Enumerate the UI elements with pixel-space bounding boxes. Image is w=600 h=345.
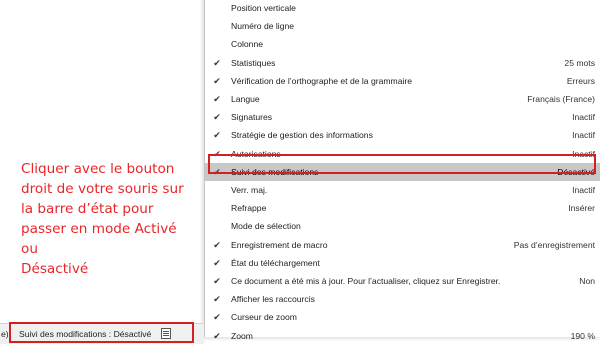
menu-item-label: Colonne: [231, 39, 264, 50]
menu-item[interactable]: ✔ Vérification de l’orthographe et de la …: [205, 72, 600, 90]
menu-item[interactable]: Colonne: [205, 35, 600, 53]
menu-item[interactable]: ✔ État du téléchargement: [205, 254, 600, 272]
menu-item[interactable]: ✔ Signatures Inactif: [205, 108, 600, 126]
annotation-line: passer en mode Activé ou: [21, 221, 177, 257]
checkmark-icon: ✔: [213, 112, 221, 123]
status-bar-edge-text: e): [1, 329, 9, 339]
annotation-line: Cliquer avec le bouton: [21, 161, 175, 177]
checkmark-icon: [211, 220, 223, 232]
menu-item-value: Inactif: [572, 112, 595, 123]
checkmark-icon: ✔: [213, 312, 221, 323]
annotation-line: Désactivé: [21, 261, 89, 277]
menu-item-value: Pas d’enregistrement: [513, 239, 595, 250]
checkmark-icon: ✔: [213, 294, 221, 305]
status-highlight-frame: [9, 322, 194, 343]
annotation-line: droit de votre souris sur: [21, 181, 184, 197]
checkmark-icon: ✔: [213, 239, 221, 250]
menu-item[interactable]: Mode de sélection: [205, 217, 600, 235]
menu-item-label: État du téléchargement: [231, 257, 320, 268]
checkmark-icon: [211, 202, 223, 214]
menu-item[interactable]: ✔ Langue Français (France): [205, 90, 600, 108]
menu-item[interactable]: ✔ Ce document a été mis à jour. Pour l’ac…: [205, 272, 600, 290]
menu-item-value: Insérer: [568, 203, 595, 214]
checkmark-icon: [211, 20, 223, 32]
menu-item-value: 25 mots: [564, 57, 595, 68]
annotation-line: la barre d’état pour: [21, 201, 154, 217]
menu-item-value: Erreurs: [566, 75, 595, 86]
menu-item[interactable]: ✔ Statistiques 25 mots: [205, 54, 600, 72]
menu-item[interactable]: Verr. maj. Inactif: [205, 181, 600, 199]
menu-item-label: Enregistrement de macro: [231, 239, 328, 250]
menu-item-label: Afficher les raccourcis: [231, 294, 315, 305]
menu-item-label: Stratégie de gestion des informations: [231, 130, 373, 141]
menu-item[interactable]: ✔ Enregistrement de macro Pas d’enregistre…: [205, 236, 600, 254]
menu-item-label: Statistiques: [231, 57, 276, 68]
menu-item-label: Position verticale: [231, 3, 296, 13]
checkmark-icon: ✔: [213, 75, 221, 86]
checkmark-icon: ✔: [213, 57, 221, 68]
menu-item[interactable]: ✔ Curseur de zoom: [205, 308, 600, 326]
menu-item-label: Refrappe: [231, 203, 267, 214]
menu-item-label: Numéro de ligne: [231, 21, 295, 32]
menu-item[interactable]: ✔ Afficher les raccourcis: [205, 290, 600, 308]
checkmark-icon: ✔: [213, 276, 221, 286]
menu-item[interactable]: Numéro de ligne: [205, 17, 600, 35]
checkmark-icon: ✔: [213, 257, 221, 268]
menu-item[interactable]: ✔ Zoom 190 %: [205, 327, 600, 345]
menu-item-label: Signatures: [231, 112, 273, 123]
menu-item-value: Non: [579, 276, 595, 286]
menu-item-value: Inactif: [572, 130, 595, 141]
checkmark-icon: ✔: [213, 130, 221, 141]
checkmark-icon: [211, 184, 223, 196]
checkmark-icon: [211, 2, 223, 14]
menu-item-label: Ce document a été mis à jour. Pour l’act…: [231, 276, 501, 286]
checkmark-icon: ✔: [213, 94, 221, 104]
menu-item-value: Français (France): [527, 94, 595, 104]
menu-item-label: Zoom: [231, 330, 253, 341]
menu-item[interactable]: Position verticale: [205, 0, 600, 17]
instruction-annotation: Cliquer avec le bouton droit de votre so…: [21, 159, 193, 279]
menu-item-label: Mode de sélection: [231, 221, 301, 232]
menu-item-label: Langue: [231, 94, 260, 104]
menu-item-value: Inactif: [572, 185, 595, 195]
menu-item[interactable]: ✔ Stratégie de gestion des informations In…: [205, 126, 600, 144]
menu-item-label: Curseur de zoom: [231, 312, 297, 323]
menu-highlight-frame: [208, 154, 596, 174]
menu-item-label: Verr. maj.: [231, 185, 268, 195]
menu-item-value: 190 %: [570, 330, 595, 341]
checkmark-icon: [211, 38, 223, 50]
checkmark-icon: ✔: [213, 330, 221, 341]
menu-item-label: Vérification de l’orthographe et de la g…: [231, 75, 413, 86]
menu-item[interactable]: Refrappe Insérer: [205, 199, 600, 217]
